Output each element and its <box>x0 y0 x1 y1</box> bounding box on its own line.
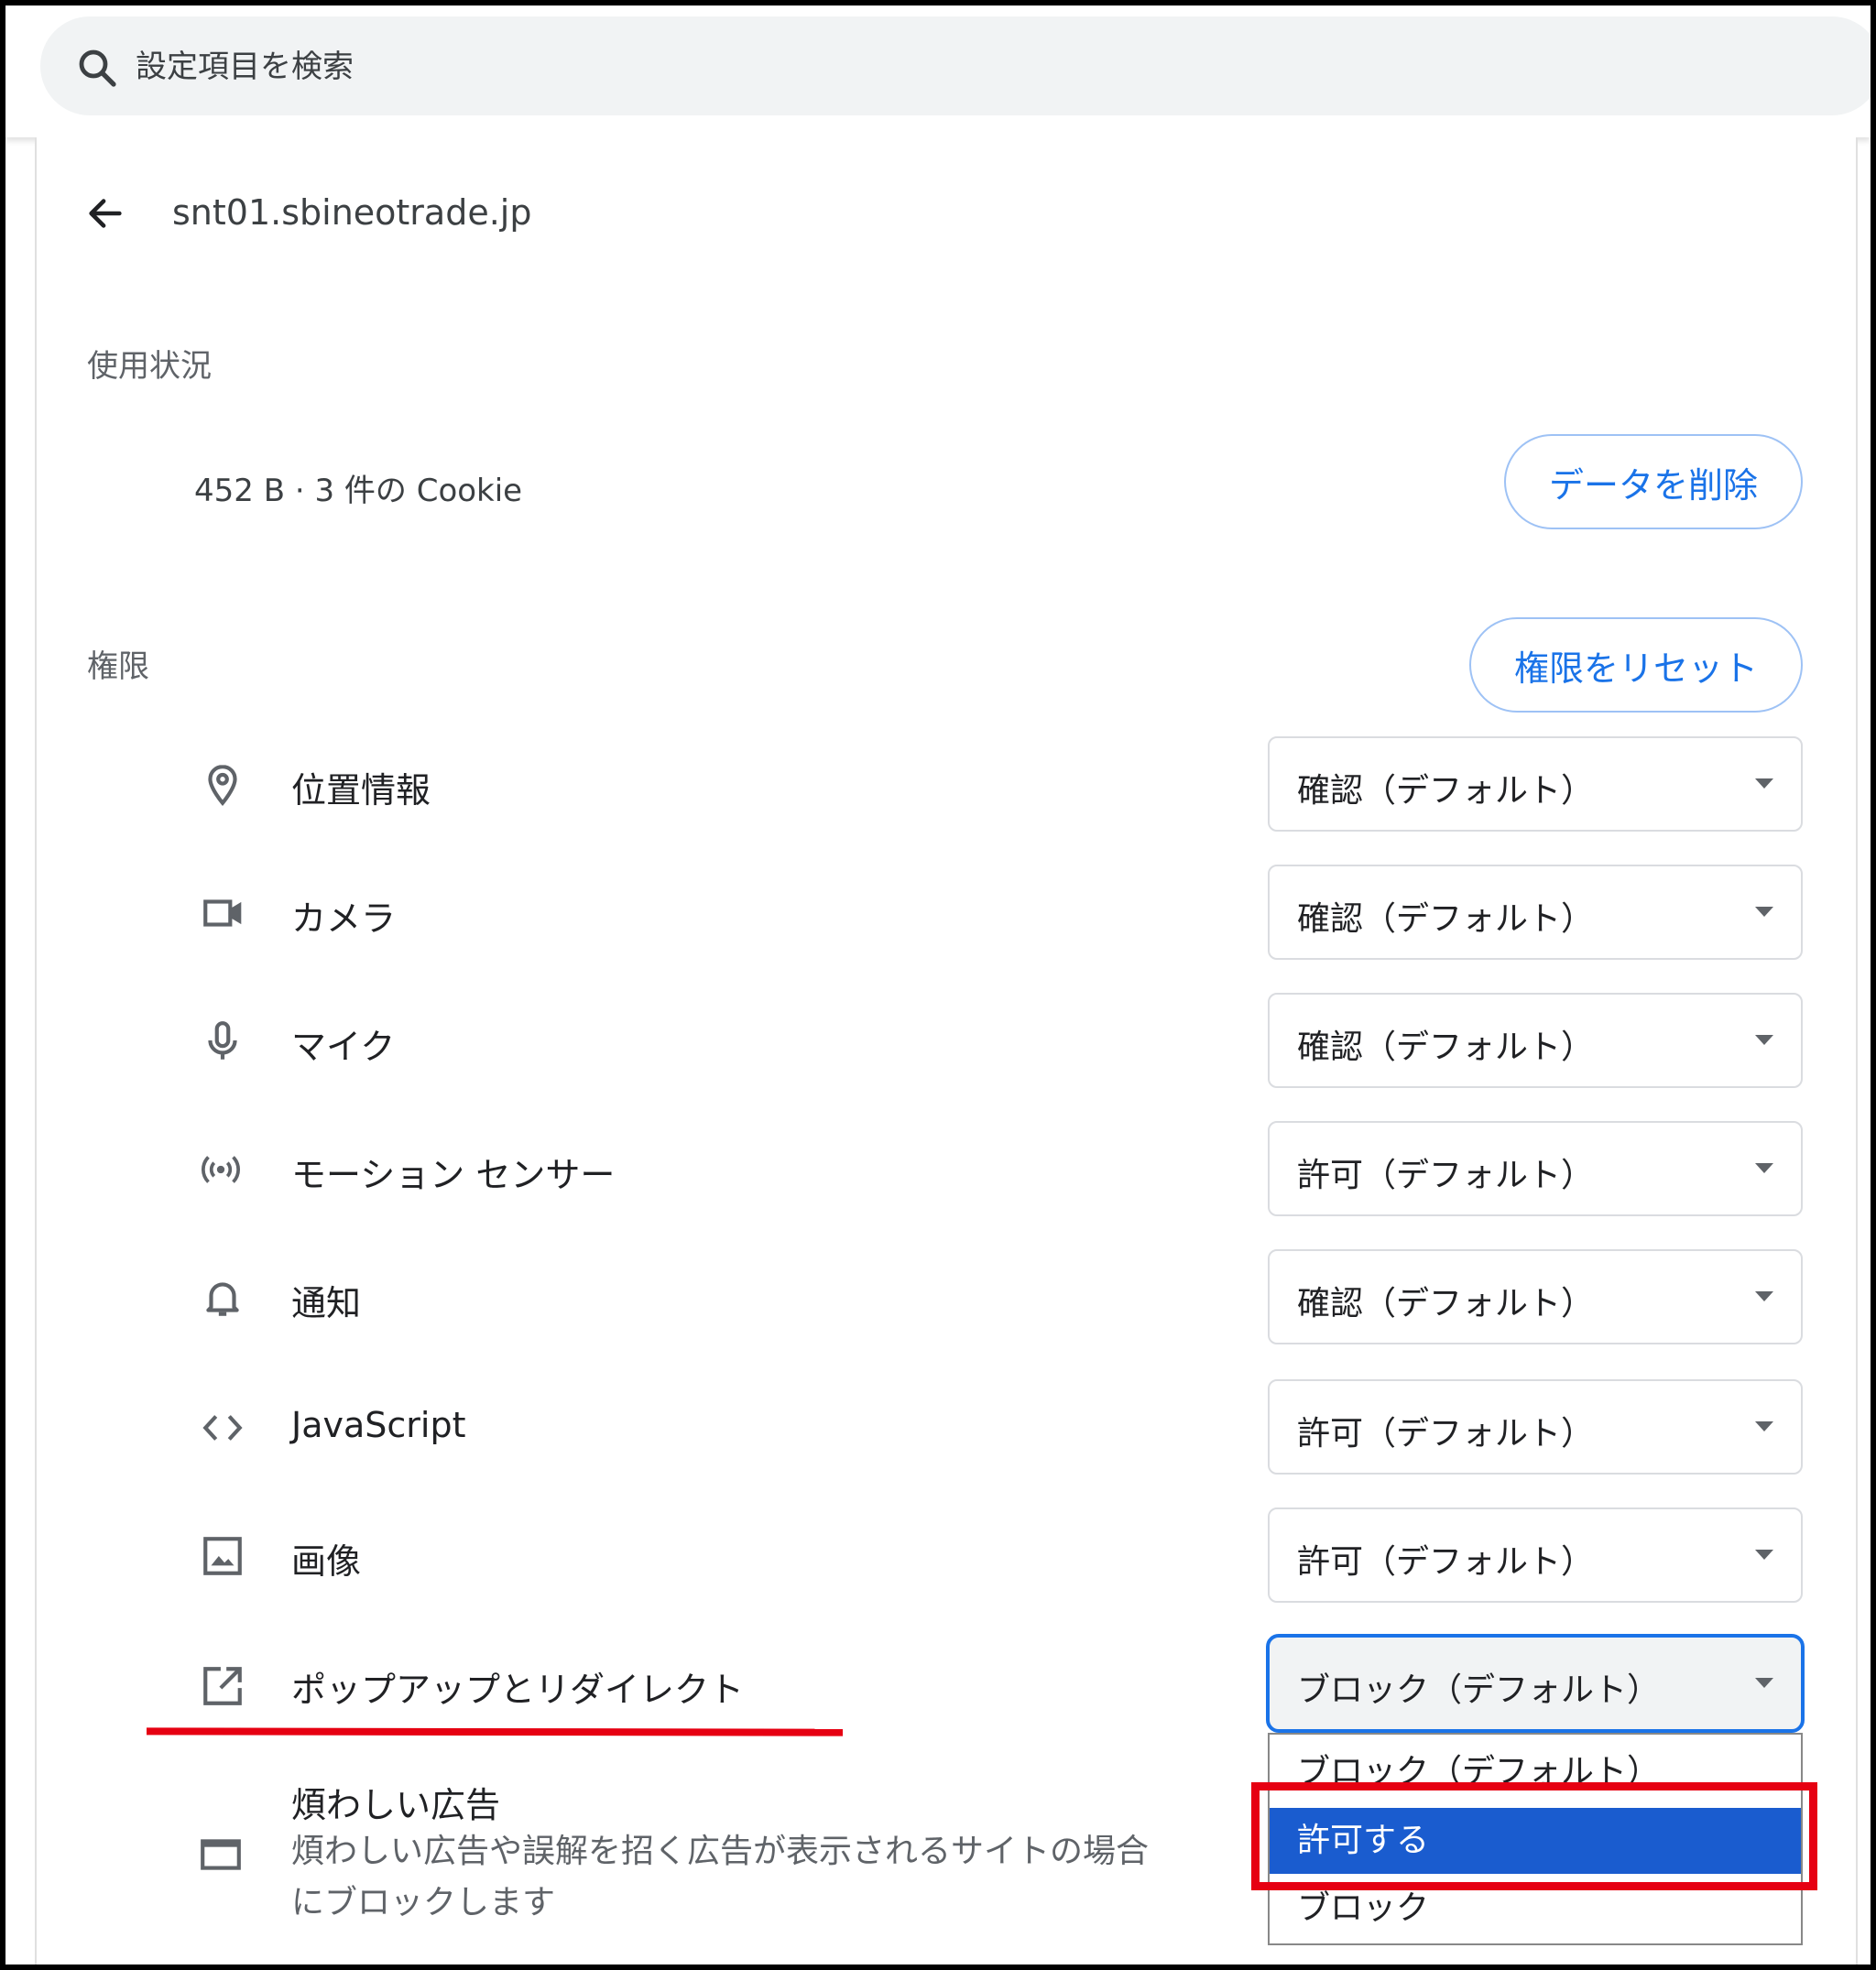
location-pin-icon <box>208 765 237 807</box>
select-value: 確認（デフォルト） <box>1297 1285 1595 1322</box>
search-input[interactable] <box>136 44 1235 90</box>
code-icon <box>202 1415 243 1441</box>
location-permission-select[interactable]: 確認（デフォルト） <box>1268 736 1803 832</box>
ad-window-icon <box>201 1839 241 1870</box>
annotation-highlight-box <box>1251 1782 1817 1890</box>
usage-heading: 使用状況 <box>87 348 212 385</box>
permission-label-location: 位置情報 <box>291 770 431 811</box>
permission-label-notifications: 通知 <box>291 1283 362 1323</box>
permission-label-motion-sensor: モーション センサー <box>291 1155 616 1195</box>
search-icon <box>79 49 116 87</box>
caret-down-icon <box>1755 1550 1773 1560</box>
motion-sensor-permission-select[interactable]: 許可（デフォルト） <box>1268 1121 1803 1216</box>
caret-down-icon <box>1755 1421 1773 1431</box>
caret-down-icon <box>1755 1163 1773 1173</box>
permission-label-camera: カメラ <box>291 898 397 939</box>
camera-permission-select[interactable]: 確認（デフォルト） <box>1268 865 1803 960</box>
search-bar[interactable] <box>40 16 1876 115</box>
select-value: 確認（デフォルト） <box>1297 772 1595 810</box>
usage-summary: 452 B · 3 件の Cookie <box>194 473 523 509</box>
popups-permission-select[interactable]: ブロック（デフォルト） <box>1266 1634 1805 1733</box>
reset-permissions-button[interactable]: 権限をリセット <box>1469 617 1803 713</box>
permission-label-images: 画像 <box>291 1541 362 1582</box>
select-value: 許可（デフォルト） <box>1297 1543 1595 1581</box>
caret-down-icon <box>1755 1678 1773 1688</box>
notifications-permission-select[interactable]: 確認（デフォルト） <box>1268 1249 1803 1344</box>
bell-icon <box>206 1282 239 1316</box>
open-in-new-icon <box>203 1667 242 1705</box>
permissions-heading: 権限 <box>87 648 149 685</box>
permission-label-popups: ポップアップとリダイレクト <box>291 1670 745 1710</box>
back-arrow-icon[interactable] <box>84 192 126 234</box>
select-value: 確認（デフォルト） <box>1297 1029 1595 1066</box>
image-icon <box>203 1537 242 1575</box>
caret-down-icon <box>1755 778 1773 789</box>
select-value: ブロック（デフォルト） <box>1297 1671 1661 1709</box>
select-value: 許可（デフォルト） <box>1297 1157 1595 1194</box>
javascript-permission-select[interactable]: 許可（デフォルト） <box>1268 1379 1803 1475</box>
caret-down-icon <box>1755 1291 1773 1301</box>
caret-down-icon <box>1755 907 1773 917</box>
delete-data-button[interactable]: データを削除 <box>1504 434 1803 529</box>
select-value: 許可（デフォルト） <box>1297 1415 1595 1453</box>
camera-icon <box>203 899 242 927</box>
top-bar <box>5 5 1876 137</box>
select-value: 確認（デフォルト） <box>1297 900 1595 938</box>
microphone-permission-select[interactable]: 確認（デフォルト） <box>1268 993 1803 1088</box>
intrusive-ads-description-line2: にブロックします <box>291 1884 556 1921</box>
caret-down-icon <box>1755 1035 1773 1045</box>
microphone-icon <box>208 1021 237 1060</box>
permission-label-microphone: マイク <box>291 1027 396 1067</box>
annotation-underline <box>146 1727 844 1736</box>
site-title: snt01.sbineotrade.jp <box>172 192 532 233</box>
permission-label-intrusive-ads: 煩わしい広告 <box>291 1785 501 1825</box>
motion-sensor-icon <box>202 1156 240 1183</box>
images-permission-select[interactable]: 許可（デフォルト） <box>1268 1507 1803 1603</box>
intrusive-ads-description-line1: 煩わしい広告や誤解を招く広告が表示されるサイトの場合 <box>291 1833 1150 1870</box>
permission-label-javascript: JavaScript <box>291 1405 466 1445</box>
